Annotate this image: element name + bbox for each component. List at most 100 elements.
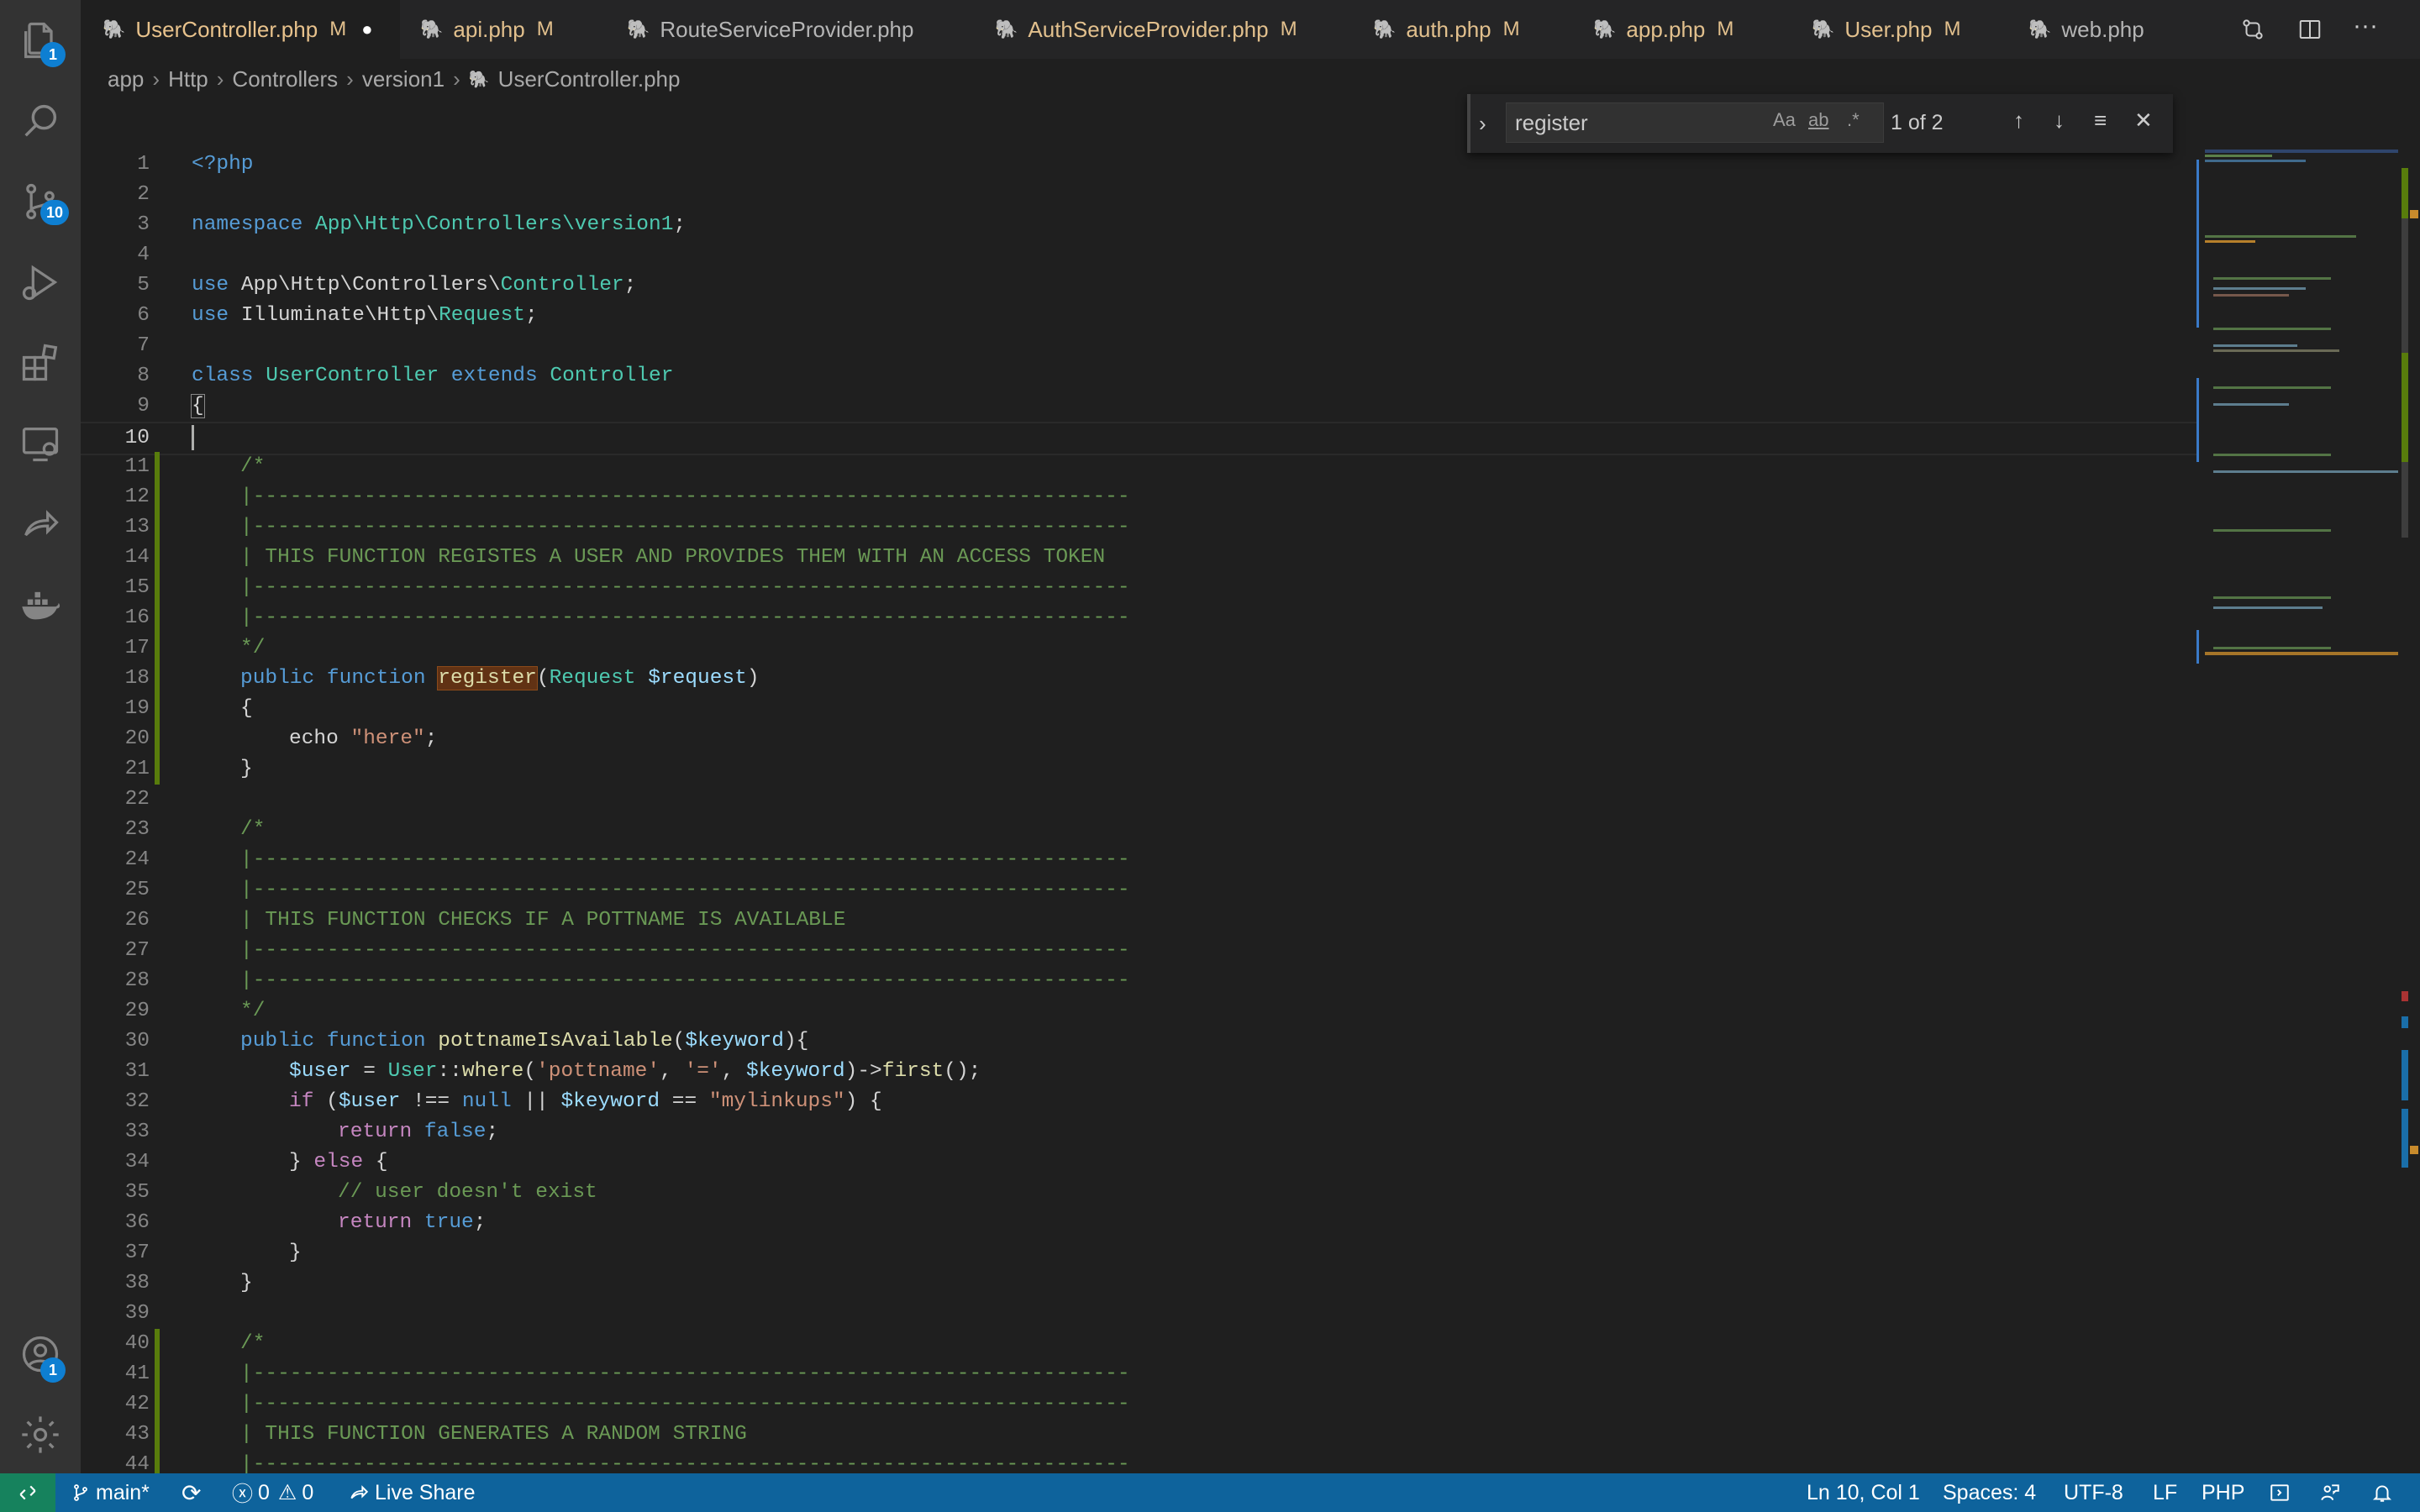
breadcrumb-item[interactable]: Http <box>168 66 208 92</box>
comment: */ <box>240 1000 266 1022</box>
line-number: 31 <box>124 1060 150 1083</box>
git-added-indicator <box>155 1389 160 1420</box>
punct: { <box>363 1151 388 1173</box>
code-line: 26 | THIS FUNCTION CHECKS IF A POTTNAME I… <box>81 906 2196 936</box>
feedback-button[interactable] <box>2319 1473 2341 1512</box>
code-line: 40 /* <box>81 1329 2196 1359</box>
next-match-arrow-down-icon[interactable]: ↓ <box>2054 108 2065 134</box>
function-name: first <box>881 1060 944 1083</box>
code-line: 35 // user doesn't exist <box>81 1178 2196 1208</box>
tab-app[interactable]: 🐘 app.php M <box>1593 0 1733 59</box>
encoding[interactable]: UTF-8 <box>2064 1473 2123 1512</box>
punct: :: <box>437 1060 462 1083</box>
comment: |---------------------------------------… <box>240 606 1130 629</box>
toggle-replace-chevron-icon[interactable]: › <box>1479 111 1486 137</box>
punct: ){ <box>783 1030 809 1053</box>
more-actions-icon[interactable]: ··· <box>2353 12 2378 40</box>
tab-routeserviceprovider[interactable]: 🐘 RouteServiceProvider.php <box>627 0 913 59</box>
source-control-button[interactable]: 10 <box>0 161 81 242</box>
end-of-line[interactable]: LF <box>2153 1473 2177 1512</box>
match-count: 1 of 2 <box>1891 111 1944 134</box>
breadcrumb-item[interactable]: app <box>108 66 144 92</box>
line-number: 36 <box>124 1211 150 1234</box>
language-mode[interactable]: PHP <box>2202 1473 2244 1512</box>
git-added-indicator <box>155 1450 160 1473</box>
vertical-scrollbar[interactable] <box>2398 92 2420 1473</box>
git-added-indicator <box>155 1420 160 1450</box>
breadcrumb-item[interactable]: Controllers <box>232 66 338 92</box>
code-line: 20 echo "here"; <box>81 724 2196 754</box>
live-share-button[interactable]: Live Share <box>348 1473 476 1512</box>
breadcrumb-item[interactable]: UserController.php <box>498 66 681 92</box>
compare-changes-icon[interactable] <box>2240 17 2265 42</box>
code-editor[interactable]: 1 <?php 2 3 namespace App\Http\Controllers… <box>81 134 2196 1473</box>
tab-label: UserController.php <box>135 16 318 42</box>
cursor-position[interactable]: Ln 10, Col 1 <box>1807 1473 1920 1512</box>
code-line: 13 |-------------------------------------… <box>81 512 2196 543</box>
split-editor-icon[interactable] <box>2297 17 2323 42</box>
match-whole-word-toggle[interactable]: ab <box>1808 109 1828 131</box>
code-line: 3 namespace App\Http\Controllers\version1… <box>81 210 2196 240</box>
line-number: 8 <box>137 365 150 387</box>
current-line: 10 <box>81 422 2196 455</box>
tab-modified-indicator: M <box>329 18 347 40</box>
comment: | THIS FUNCTION GENERATES A RANDOM STRIN… <box>240 1423 747 1446</box>
match-case-toggle[interactable]: Aa <box>1773 109 1796 131</box>
run-debug-button[interactable] <box>0 242 81 323</box>
live-share-label: Live Share <box>375 1480 476 1504</box>
line-number: 28 <box>124 969 150 992</box>
punct: !== <box>400 1090 462 1113</box>
find-in-selection-icon[interactable]: ≡ <box>2094 108 2107 134</box>
git-change-marker <box>2402 1109 2408 1168</box>
layout-button[interactable] <box>2269 1473 2291 1512</box>
tab-unsaved-dot[interactable]: ● <box>361 18 372 40</box>
status-bar: main* ⟳ ⓧ 0 ⚠ 0 Live Share Ln 10, Col 1 … <box>0 1473 2420 1512</box>
code-line: 17 */ <box>81 633 2196 664</box>
search-button[interactable] <box>0 81 81 161</box>
php-file-icon: 🐘 <box>468 70 490 89</box>
branch-indicator[interactable]: main* <box>71 1473 150 1512</box>
tab-auth[interactable]: 🐘 auth.php M <box>1373 0 1520 59</box>
tab-label: web.php <box>2061 16 2144 42</box>
minimap[interactable] <box>2196 92 2398 1473</box>
error-count: 0 <box>258 1480 270 1504</box>
previous-match-arrow-up-icon[interactable]: ↑ <box>2013 108 2024 134</box>
extensions-button[interactable] <box>0 323 81 403</box>
sync-button[interactable]: ⟳ <box>182 1473 201 1512</box>
git-change-marker <box>2402 168 2408 218</box>
live-share-activity-button[interactable] <box>0 484 81 564</box>
notifications-button[interactable] <box>2371 1473 2393 1512</box>
punct: ) <box>746 667 760 690</box>
accounts-button[interactable]: 1 <box>0 1314 81 1394</box>
breadcrumb-item[interactable]: version1 <box>362 66 445 92</box>
error-marker <box>2402 991 2408 1001</box>
keyword: true <box>424 1211 474 1234</box>
tab-usercontroller[interactable]: 🐘 UserController.php M ● <box>81 0 400 59</box>
chevron-right-icon: › <box>346 66 354 92</box>
use-regex-toggle[interactable]: .* <box>1847 109 1860 131</box>
tab-api[interactable]: 🐘 api.php M <box>420 0 554 59</box>
git-added-indicator <box>155 664 160 694</box>
code-line: 43 | THIS FUNCTION GENERATES A RANDOM STR… <box>81 1420 2196 1450</box>
find-widget: › register Aa ab .* 1 of 2 ↑ ↓ ≡ ✕ <box>1467 94 2173 153</box>
line-number: 38 <box>124 1272 150 1294</box>
git-change-marker <box>2402 1016 2408 1028</box>
tab-authserviceprovider[interactable]: 🐘 AuthServiceProvider.php M <box>995 0 1297 59</box>
problems-indicator[interactable]: ⓧ 0 ⚠ 0 <box>232 1473 313 1512</box>
explorer-button[interactable]: 1 <box>0 0 81 81</box>
remote-explorer-button[interactable] <box>0 403 81 484</box>
tab-user[interactable]: 🐘 User.php M <box>1812 0 1960 59</box>
tab-web[interactable]: 🐘 web.php <box>2028 0 2144 59</box>
manage-button[interactable] <box>0 1394 81 1475</box>
keyword: null <box>461 1090 512 1113</box>
php-file-icon: 🐘 <box>995 18 1018 39</box>
docker-button[interactable] <box>0 564 81 645</box>
comment: |---------------------------------------… <box>240 486 1130 508</box>
keyword: function <box>326 1030 426 1053</box>
remote-icon <box>19 1485 36 1500</box>
string: 'pottname' <box>536 1060 660 1083</box>
remote-indicator[interactable] <box>0 1473 55 1512</box>
class-name: Request <box>549 667 636 690</box>
indentation[interactable]: Spaces: 4 <box>1943 1473 2036 1512</box>
close-icon[interactable]: ✕ <box>2134 108 2153 134</box>
